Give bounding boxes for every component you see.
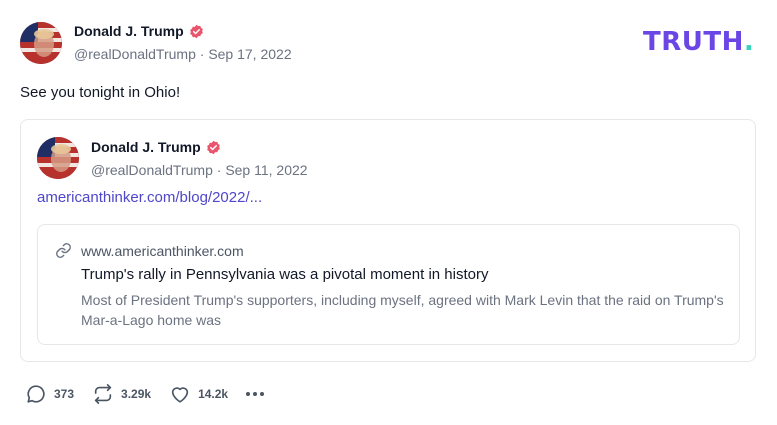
card-domain-row: www.americanthinker.com <box>55 242 244 259</box>
quoted-post-link[interactable]: americanthinker.com/blog/2022/... <box>37 189 262 206</box>
retruth-count: 3.29k <box>121 387 152 401</box>
author-handle[interactable]: @realDonaldTrump <box>74 46 196 62</box>
like-count: 14.2k <box>198 387 229 401</box>
truth-post: Donald J. Trump @realDonaldTrump · Sep 1… <box>0 0 777 425</box>
quoted-author-handle[interactable]: @realDonaldTrump <box>91 162 213 178</box>
card-domain: www.americanthinker.com <box>81 242 244 259</box>
dot <box>246 392 251 396</box>
like-button[interactable]: 14.2k <box>169 383 228 405</box>
dot <box>260 392 265 396</box>
quoted-post[interactable]: Donald J. Trump @realDonaldTrump · Sep 1… <box>20 119 756 362</box>
quoted-author-avatar[interactable] <box>37 137 79 179</box>
meta-separator: · <box>199 46 205 62</box>
more-dots-icon[interactable] <box>246 388 265 400</box>
quoted-post-date[interactable]: Sep 11, 2022 <box>225 162 307 178</box>
retruth-button[interactable]: 3.29k <box>92 383 151 405</box>
quoted-author-name[interactable]: Donald J. Trump <box>91 139 201 155</box>
author-meta: @realDonaldTrump · Sep 17, 2022 <box>74 46 292 62</box>
link-preview-card[interactable]: www.americanthinker.com Trump's rally in… <box>37 224 740 345</box>
dot <box>253 392 258 396</box>
author-name[interactable]: Donald J. Trump <box>74 23 184 39</box>
verified-badge-icon <box>206 140 220 154</box>
card-description: Most of President Trump's supporters, in… <box>81 292 724 328</box>
post-text: See you tonight in Ohio! <box>20 84 181 101</box>
reply-icon <box>27 385 45 403</box>
quoted-author-meta: @realDonaldTrump · Sep 11, 2022 <box>91 162 308 178</box>
meta-separator: · <box>216 162 222 178</box>
card-title[interactable]: Trump's rally in Pennsylvania was a pivo… <box>81 266 488 283</box>
heart-icon <box>171 387 189 403</box>
logo-text: TRUTH <box>643 27 744 57</box>
quoted-author-name-row: Donald J. Trump <box>91 139 221 155</box>
truth-logo[interactable]: TRUTH. <box>643 27 754 57</box>
author-name-row: Donald J. Trump <box>74 23 204 39</box>
reply-button[interactable]: 373 <box>25 383 74 405</box>
retruth-icon <box>94 384 112 404</box>
reply-count: 373 <box>54 387 75 401</box>
logo-dot: . <box>743 27 755 57</box>
author-avatar[interactable] <box>20 22 62 64</box>
post-date[interactable]: Sep 17, 2022 <box>208 46 291 62</box>
action-bar: 373 3.29k 14.2k <box>25 383 265 405</box>
verified-badge-icon <box>189 24 203 38</box>
link-icon <box>56 243 71 258</box>
